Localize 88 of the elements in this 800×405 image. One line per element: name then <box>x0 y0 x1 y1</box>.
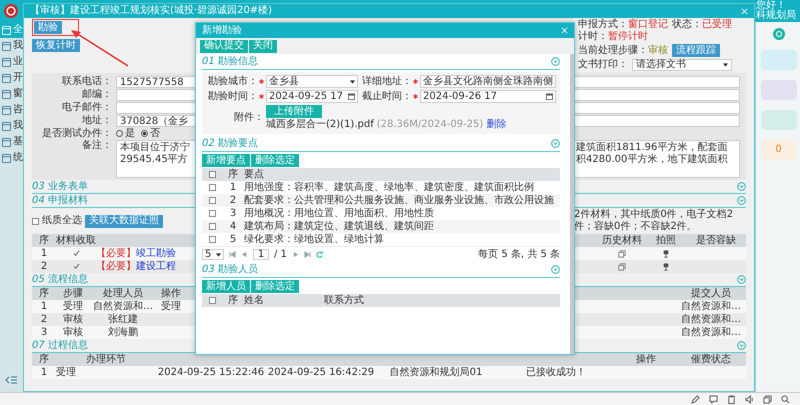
section-title: 03 勘验人员 <box>202 264 258 276</box>
section-title: 04 申报材料 <box>32 194 88 206</box>
table-cell-text: 受理 <box>160 300 182 312</box>
field-label: 截止时间： <box>362 90 412 102</box>
column-header: 催费状态 <box>690 354 732 366</box>
table-cell-text: 自然资源和… <box>680 314 742 326</box>
section-title: 01 勘验信息 <box>202 56 258 68</box>
status-text: 计时：暂停计时 <box>578 31 648 43</box>
column-header: 拍照 <box>655 234 677 246</box>
column-header: 是否容缺 <box>695 234 737 246</box>
print-label: 文书打印： <box>578 58 628 70</box>
table-cell-text: 配套要求：公共管理和公共服务设施、商业服务业设施、市政公用设施 <box>244 194 555 206</box>
column-header: 序 <box>227 294 239 306</box>
column-header: 操作 <box>635 354 657 366</box>
field-label: 邮编： <box>81 88 112 100</box>
field-label: 备注： <box>81 140 112 152</box>
field-label: 电子邮件： <box>61 102 112 114</box>
table-cell-text: 审核 <box>62 314 84 326</box>
table-cell-text: 1 <box>228 182 238 194</box>
table-cell-text: 5 <box>228 234 238 246</box>
section-title: 05 流程信息 <box>32 274 88 286</box>
radio-label: 否 <box>150 128 160 140</box>
table-cell-text: 2 <box>40 314 48 326</box>
user-name: 科规划局 <box>756 11 797 21</box>
file-meta: (28.36M/2024-09-25) <box>376 119 484 131</box>
current-step-text: 当前处理步骤：审核 <box>578 44 668 56</box>
column-header: 处理人员 <box>102 288 144 300</box>
column-header: 提交人员 <box>690 288 732 300</box>
field-label: 是否测试办件： <box>41 128 112 140</box>
table-cell-text: 受理 <box>56 366 77 378</box>
section-title: 02 勘验要点 <box>202 138 258 150</box>
column-header: 序 <box>227 168 239 180</box>
count-text: 0 <box>775 144 782 156</box>
table-cell-text: 4 <box>228 220 238 232</box>
column-header: 序 <box>38 234 50 246</box>
column-header: 操作 <box>160 288 182 300</box>
field-label: 勘验城市： <box>208 76 258 88</box>
table-cell-text: 受理 <box>62 300 84 312</box>
field-label: 勘验时间： <box>208 90 258 102</box>
summary-text: 2件材料，其中纸质0件，电子文档2件；容缺0件；不容缺2件。 <box>574 209 734 233</box>
column-header: 办理环节 <box>85 354 127 366</box>
field-label: 详细地址： <box>362 76 412 88</box>
table-cell-text: 自然资源和… <box>680 300 742 312</box>
table-cell-text: 1 <box>40 366 48 378</box>
table-cell-text: 2 <box>228 194 238 206</box>
table-cell-text: 自然资源和规划局01 <box>388 366 484 378</box>
column-header: 序 <box>38 288 50 300</box>
window-title: 【审核】建设工程竣工规划核实(城投·碧源诚园20#楼) <box>30 5 272 17</box>
remark-text: 建筑面积1811.96平方米，配套面积4280.00平方米，地下建筑面积 <box>576 142 728 167</box>
status-text: 状态：已受理 <box>672 19 732 31</box>
column-header: 联系方式 <box>324 294 365 306</box>
table-cell-text: 3 <box>228 208 238 220</box>
greeting-text: 您好！ <box>756 1 786 11</box>
table-cell-text: 3 <box>40 326 48 338</box>
table-cell-text: 张红建 <box>107 314 139 326</box>
field-label: 地址： <box>81 114 112 126</box>
remark-line: 29545.45平方 <box>120 154 189 166</box>
column-header: 姓名 <box>244 294 265 306</box>
table-cell-text: 审核 <box>62 326 84 338</box>
column-header: 序 <box>38 354 50 366</box>
table-cell-text: 自然资源和… <box>92 300 154 312</box>
table-cell-text: 刘海鹏 <box>107 326 139 338</box>
field-label: 联系电话： <box>61 76 112 88</box>
section-title: 03 业务表单 <box>32 180 88 192</box>
remark-line: 本项目位于济宁 <box>120 142 191 154</box>
checkbox-label: 纸质全选 <box>42 215 82 227</box>
status-text: 申报方式：窗口登记 <box>578 19 668 30</box>
page-count: / 1 <box>274 248 287 260</box>
field-label: 附件： <box>234 112 264 124</box>
column-header: 材料收取 <box>56 234 96 246</box>
radio-label: 是 <box>125 128 135 140</box>
table-cell-text: 用地概况：用地位置、用地面积、用地性质 <box>244 208 435 220</box>
page-summary: 每页 5 条, 共 5 条 <box>478 248 560 260</box>
table-cell-text: 用地强度：容积率、建筑高度、绿地率、建筑密度、建筑面积比例 <box>244 182 535 194</box>
table-cell-text: 绿化要求：绿地设置、绿地计算 <box>244 234 385 246</box>
column-header: 历史材料 <box>601 234 643 246</box>
table-cell-text: 1 <box>40 300 48 312</box>
table-cell-text: 已接收成功！ <box>525 366 587 378</box>
table-cell-text: 2 <box>40 260 48 272</box>
table-cell-text: 2024-09-25 15:22:46 <box>156 366 266 378</box>
dialog-title: 新增勘验 <box>202 24 242 36</box>
table-cell-text: 建筑布局：建筑定位、建筑退线、建筑间距 <box>244 220 435 232</box>
column-header: 步骤 <box>62 288 84 300</box>
section-title: 07 过程信息 <box>32 340 88 352</box>
table-cell-text: 自然资源和… <box>680 326 742 338</box>
column-header: 要点 <box>244 168 265 180</box>
table-cell-text: 2024-09-25 16:42:29 <box>266 366 376 378</box>
table-cell-text: 1 <box>40 248 48 260</box>
